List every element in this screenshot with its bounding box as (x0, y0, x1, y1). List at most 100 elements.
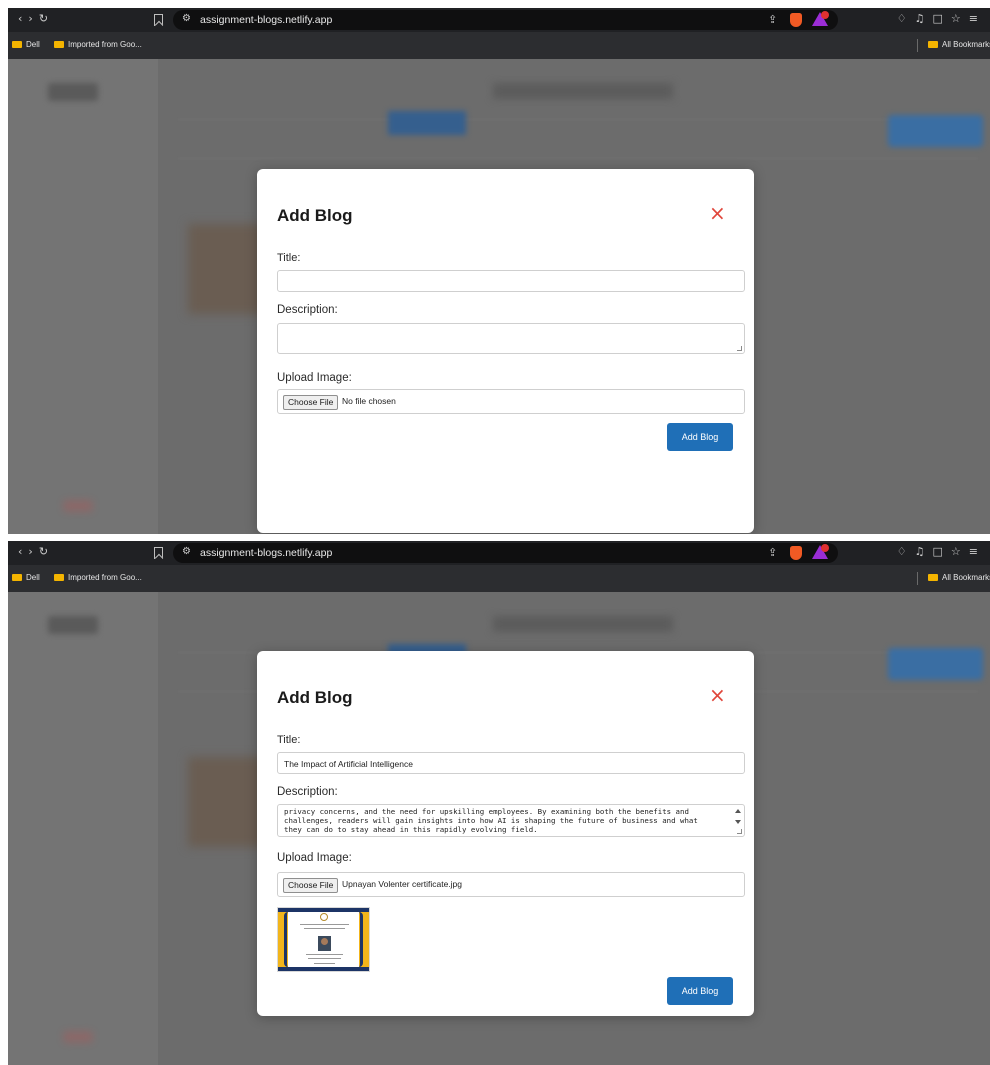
nav-buttons: ‹›↻ (18, 545, 54, 558)
page-backdrop: Add Blog × Title: Description: Upload Im… (8, 59, 990, 534)
extensions-icon[interactable]: ♢ (897, 545, 915, 558)
menu-icon[interactable]: ≡ (969, 545, 986, 558)
modal-title: Add Blog (277, 688, 353, 707)
add-blog-modal: Add Blog × Title: The Impact of Artifici… (257, 651, 754, 1016)
browser-toolbar: ‹›↻ ⚙ assignment-blogs.netlify.app ⇪ ♢♫□… (8, 8, 990, 32)
folder-icon (928, 41, 938, 48)
blurred-blog-card (188, 224, 268, 314)
blurred-blog-card (188, 757, 268, 847)
site-settings-icon[interactable]: ⚙ (182, 13, 191, 24)
notification-badge (821, 544, 829, 552)
bookmark-icon[interactable] (154, 547, 163, 559)
url-text: assignment-blogs.netlify.app (200, 14, 333, 26)
blurred-logout-button (63, 500, 93, 512)
title-input-value: The Impact of Artificial Intelligence (284, 759, 413, 769)
blurred-search-row (178, 119, 978, 159)
bookmarks-divider (917, 39, 918, 52)
reload-icon[interactable]: ↻ (39, 545, 54, 558)
bookmark-star-icon[interactable]: ☆ (951, 12, 969, 25)
folder-icon (54, 41, 64, 48)
certificate-photo (318, 936, 331, 951)
certificate-seal-icon (320, 913, 328, 921)
title-label: Title: (277, 252, 301, 264)
add-blog-modal: Add Blog × Title: Description: Upload Im… (257, 169, 754, 533)
upload-label: Upload Image: (277, 372, 352, 384)
title-input[interactable]: The Impact of Artificial Intelligence (277, 752, 745, 774)
blurred-add-button (888, 648, 983, 680)
blurred-sidebar (8, 59, 158, 534)
sidebar-icon[interactable]: □ (933, 545, 951, 558)
image-preview (277, 907, 370, 972)
add-blog-button[interactable]: Add Blog (667, 977, 733, 1005)
title-label: Title: (277, 734, 301, 746)
blurred-logo (48, 83, 98, 101)
back-icon[interactable]: ‹ (18, 545, 28, 558)
site-settings-icon[interactable]: ⚙ (182, 546, 191, 557)
share-icon[interactable]: ⇪ (768, 13, 777, 26)
browser-toolbar: ‹›↻ ⚙ assignment-blogs.netlify.app ⇪ ♢♫□… (8, 541, 990, 565)
file-name: Upnayan Volenter certificate.jpg (342, 879, 463, 889)
close-icon[interactable]: × (709, 685, 726, 705)
blurred-heading (493, 83, 673, 99)
folder-icon (928, 574, 938, 581)
brave-shield-icon[interactable] (790, 546, 802, 560)
blurred-sidebar (8, 592, 158, 1065)
share-icon[interactable]: ⇪ (768, 546, 777, 559)
menu-icon[interactable]: ≡ (969, 12, 986, 25)
file-input[interactable]: Choose File Upnayan Volenter certificate… (277, 872, 745, 897)
close-icon[interactable]: × (709, 203, 726, 223)
bookmark-all[interactable]: All Bookmarks (928, 573, 990, 582)
choose-file-button[interactable]: Choose File (283, 878, 339, 893)
scroll-down-arrow[interactable] (735, 820, 741, 824)
file-name: No file chosen (342, 396, 396, 406)
bookmarks-bar: Dell Imported from Goo... All Bookmarks (8, 565, 990, 592)
choose-file-button[interactable]: Choose File (283, 395, 339, 410)
notification-badge (821, 11, 829, 19)
nav-buttons: ‹›↻ (18, 12, 54, 25)
description-textarea[interactable] (277, 323, 745, 354)
bookmark-dell[interactable]: Dell (12, 573, 40, 582)
brave-shield-icon[interactable] (790, 13, 802, 27)
screenshot-empty-form: ‹›↻ ⚙ assignment-blogs.netlify.app ⇪ ♢♫□… (8, 8, 990, 534)
bookmark-star-icon[interactable]: ☆ (951, 545, 969, 558)
file-input[interactable]: Choose File No file chosen (277, 389, 745, 414)
blurred-logout-button (63, 1031, 93, 1043)
blurred-add-button (888, 115, 983, 147)
url-text: assignment-blogs.netlify.app (200, 547, 333, 559)
media-icon[interactable]: ♫ (915, 12, 933, 25)
textarea-scrollbar[interactable] (734, 807, 742, 831)
bookmark-all[interactable]: All Bookmarks (928, 40, 990, 49)
resize-handle[interactable] (737, 346, 742, 351)
sidebar-icon[interactable]: □ (933, 12, 951, 25)
description-label: Description: (277, 304, 338, 316)
blurred-heading (493, 616, 673, 632)
scroll-up-arrow[interactable] (735, 809, 741, 813)
back-icon[interactable]: ‹ (18, 12, 28, 25)
bookmark-dell[interactable]: Dell (12, 40, 40, 49)
description-textarea[interactable]: privacy concerns, and the need for upski… (277, 804, 745, 837)
bookmark-imported[interactable]: Imported from Goo... (54, 40, 142, 49)
resize-handle[interactable] (737, 829, 742, 834)
extensions-icon[interactable]: ♢ (897, 12, 915, 25)
folder-icon (12, 41, 22, 48)
modal-title: Add Blog (277, 206, 353, 225)
folder-icon (12, 574, 22, 581)
description-value: privacy concerns, and the need for upski… (284, 807, 698, 835)
toolbar-right-icons: ♢♫□☆≡ (897, 545, 986, 558)
address-bar[interactable]: ⚙ assignment-blogs.netlify.app ⇪ (173, 10, 838, 30)
screenshot-filled-form: ‹›↻ ⚙ assignment-blogs.netlify.app ⇪ ♢♫□… (8, 541, 990, 1065)
add-blog-button[interactable]: Add Blog (667, 423, 733, 451)
forward-icon[interactable]: › (28, 545, 38, 558)
upload-label: Upload Image: (277, 852, 352, 864)
blurred-logo (48, 616, 98, 634)
bookmark-icon[interactable] (154, 14, 163, 26)
reload-icon[interactable]: ↻ (39, 12, 54, 25)
bookmarks-divider (917, 572, 918, 585)
toolbar-right-icons: ♢♫□☆≡ (897, 12, 986, 25)
bookmark-imported[interactable]: Imported from Goo... (54, 573, 142, 582)
media-icon[interactable]: ♫ (915, 545, 933, 558)
forward-icon[interactable]: › (28, 12, 38, 25)
blurred-search-button (388, 111, 466, 135)
address-bar[interactable]: ⚙ assignment-blogs.netlify.app ⇪ (173, 543, 838, 563)
title-input[interactable] (277, 270, 745, 292)
